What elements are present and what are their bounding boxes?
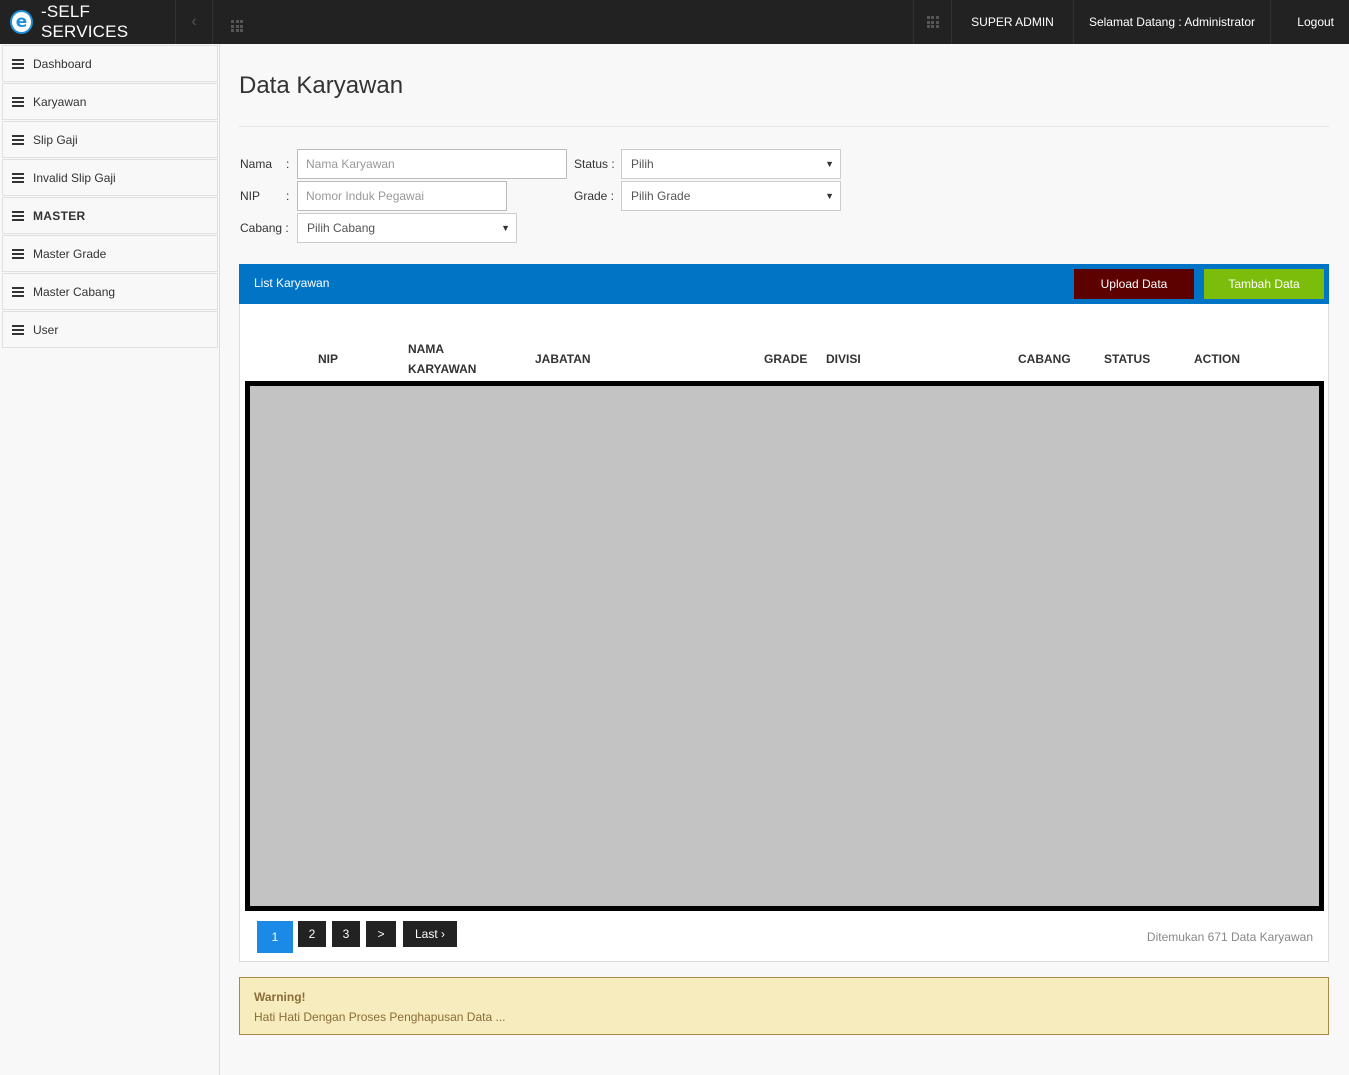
user-role[interactable]: SUPER ADMIN: [951, 0, 1073, 44]
pagination: 1 2 3 > Last ›: [257, 921, 463, 953]
sidebar-item-label: MASTER: [33, 208, 86, 223]
sidebar-item-label: Master Grade: [33, 246, 107, 261]
sidebar-item-master-cabang[interactable]: Master Cabang: [2, 273, 218, 310]
column-header-grade[interactable]: GRADE: [764, 349, 807, 369]
grade-select-value: Pilih Grade: [631, 189, 691, 203]
sidebar-item-user[interactable]: User: [2, 311, 218, 348]
page-button-3[interactable]: 3: [332, 921, 360, 947]
list-icon: [12, 96, 24, 107]
brand-title: -SELF SERVICES: [40, 2, 129, 41]
brand-logo-icon: e: [10, 10, 33, 34]
cabang-label: Cabang :: [240, 221, 289, 235]
last-page-button[interactable]: Last ›: [403, 921, 457, 947]
column-header-nama[interactable]: NAMA: [408, 339, 444, 359]
nip-input[interactable]: [297, 181, 507, 211]
list-icon: [12, 58, 24, 69]
record-count: Ditemukan 671 Data Karyawan: [1146, 930, 1313, 944]
column-header-divisi[interactable]: DIVISI: [826, 349, 861, 369]
page-button-1[interactable]: 1: [257, 921, 293, 953]
sidebar-item-karyawan[interactable]: Karyawan: [2, 83, 218, 120]
sidebar-item-master-grade[interactable]: Master Grade: [2, 235, 218, 272]
nama-input[interactable]: [297, 149, 567, 179]
column-header-nip[interactable]: NIP: [318, 349, 338, 369]
sidebar-item-master[interactable]: MASTER: [2, 197, 218, 234]
status-select-value: Pilih: [631, 157, 654, 171]
column-header-karyawan[interactable]: KARYAWAN: [408, 359, 476, 379]
list-karyawan-panel: List Karyawan Upload Data Tambah Data NI…: [239, 264, 1329, 962]
warning-alert: Warning! Hati Hati Dengan Proses Penghap…: [239, 977, 1329, 1035]
warning-message: Hati Hati Dengan Proses Penghapusan Data…: [254, 1010, 506, 1024]
sidebar-item-label: Slip Gaji: [33, 132, 78, 147]
sidebar-item-label: Dashboard: [33, 56, 92, 71]
grade-label: Grade :: [574, 189, 615, 203]
cabang-select-value: Pilih Cabang: [307, 221, 376, 235]
column-header-jabatan[interactable]: JABATAN: [535, 349, 591, 369]
warning-title: Warning!: [254, 990, 306, 1004]
column-header-status[interactable]: STATUS: [1104, 349, 1150, 369]
caret-down-icon: ▼: [501, 223, 510, 233]
panel-title: List Karyawan: [254, 276, 330, 290]
list-icon: [12, 210, 24, 221]
grade-select[interactable]: Pilih Grade ▼: [621, 181, 841, 211]
column-header-cabang[interactable]: CABANG: [1018, 349, 1071, 369]
apps-grid-button[interactable]: [913, 0, 951, 44]
list-icon: [12, 286, 24, 297]
sidebar-item-label: Karyawan: [33, 94, 87, 109]
column-header-action[interactable]: ACTION: [1194, 349, 1240, 369]
sidebar-item-slip-gaji[interactable]: Slip Gaji: [2, 121, 218, 158]
top-right-menu: SUPER ADMIN Selamat Datang : Administrat…: [913, 0, 1349, 44]
nip-colon: :: [286, 189, 290, 203]
divider: [239, 126, 1329, 127]
status-label: Status :: [574, 157, 615, 171]
sidebar-item-label: Master Cabang: [33, 284, 116, 299]
nip-label: NIP: [240, 189, 261, 203]
next-page-button[interactable]: >: [366, 921, 396, 947]
sidebar-item-label: Invalid Slip Gaji: [33, 170, 116, 185]
sidebar-item-label: User: [33, 322, 59, 337]
list-icon: [12, 248, 24, 259]
status-select[interactable]: Pilih ▼: [621, 149, 841, 179]
cabang-select[interactable]: Pilih Cabang ▼: [297, 213, 517, 243]
list-icon: [12, 172, 24, 183]
sidebar-collapse-button[interactable]: ‹: [175, 0, 213, 44]
welcome-message[interactable]: Selamat Datang : Administrator: [1073, 0, 1270, 44]
top-navbar: e -SELF SERVICES ‹ SUPER ADMIN Selamat D…: [0, 0, 1349, 44]
chevron-left-icon: ‹: [191, 13, 197, 30]
list-icon: [12, 324, 24, 335]
nama-colon: :: [286, 157, 290, 171]
caret-down-icon: ▼: [825, 191, 834, 201]
nama-label: Nama: [240, 157, 273, 171]
apps-grid-icon: [926, 16, 939, 28]
sidebar-item-dashboard[interactable]: Dashboard: [2, 45, 218, 82]
caret-down-icon: ▼: [825, 159, 834, 169]
upload-data-button[interactable]: Upload Data: [1074, 269, 1194, 299]
panel-header: List Karyawan Upload Data Tambah Data: [239, 264, 1329, 304]
list-icon: [12, 134, 24, 145]
sidebar-item-invalid-slip-gaji[interactable]: Invalid Slip Gaji: [2, 159, 218, 196]
table-body-redacted: [245, 381, 1324, 911]
page-button-2[interactable]: 2: [298, 921, 326, 947]
sidebar: Dashboard Karyawan Slip Gaji Invalid Sli…: [0, 44, 220, 1075]
logout-button[interactable]: Logout: [1270, 0, 1349, 44]
apps-grid-icon[interactable]: [231, 20, 243, 32]
page-title: Data Karyawan: [239, 72, 404, 99]
brand[interactable]: e -SELF SERVICES: [0, 0, 175, 44]
tambah-data-button[interactable]: Tambah Data: [1204, 269, 1324, 299]
